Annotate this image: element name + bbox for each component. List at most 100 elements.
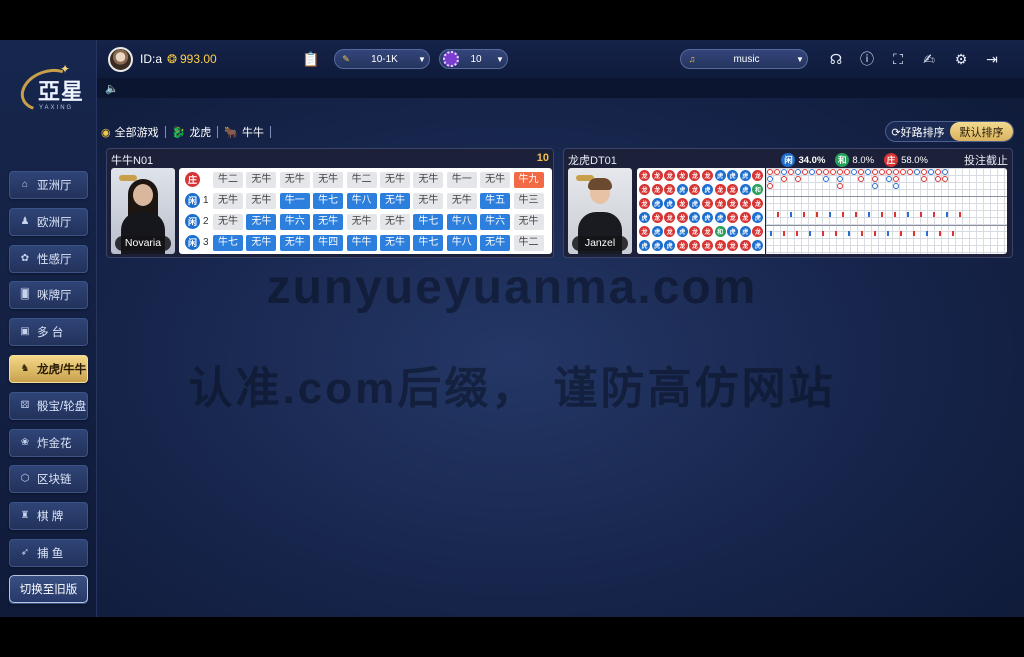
sidebar-item-3[interactable]: ✿ 性感厅 bbox=[9, 244, 88, 273]
bead-dragon: 龙 bbox=[639, 226, 650, 237]
countdown: 10 bbox=[536, 152, 549, 164]
music-select[interactable]: ♫ music ▼ bbox=[680, 49, 808, 69]
bull-row: 庄牛二 无牛 无牛 无牛 牛二 无牛 无牛 牛一 无牛 牛九 bbox=[179, 169, 552, 190]
table-header: 龙虎DT01 闲 34.0% 和 8.0% 庄 58.0% 投注截止 bbox=[568, 152, 1008, 168]
row-label: 闲1 bbox=[179, 193, 213, 208]
sidebar-item-8[interactable]: ❀ 炸金花 bbox=[9, 428, 88, 457]
big-road-mark bbox=[893, 183, 899, 189]
sidebar-item-7[interactable]: ⚄ 骰宝/轮盘 bbox=[9, 391, 88, 420]
stat-player: 闲 34.0% bbox=[781, 153, 825, 167]
bull-row: 闲 2 无牛 无牛 牛六 无牛 无牛 无牛 牛七 牛八 牛六 无牛 bbox=[179, 211, 552, 232]
result-cell: 牛六 bbox=[480, 213, 511, 230]
result-cell: 无牛 bbox=[346, 213, 377, 230]
result-cell: 无牛 bbox=[279, 171, 310, 188]
sidebar-item-5[interactable]: ▣ 多 台 bbox=[9, 318, 88, 347]
limit-select[interactable]: ✎ 10-1K ▼ bbox=[334, 49, 430, 69]
result-cell: 牛八 bbox=[446, 234, 477, 251]
big-road-mark bbox=[921, 169, 927, 175]
table-title: 龙虎DT01 bbox=[568, 155, 617, 167]
sidebar-item-1[interactable]: ⌂ 亚洲厅 bbox=[9, 171, 88, 199]
derived-road-mark bbox=[841, 212, 844, 217]
sidebar-item-4[interactable]: 🂠 咪牌厅 bbox=[9, 281, 88, 310]
result-cell: 牛七 bbox=[213, 234, 243, 251]
derived-road-mark bbox=[783, 231, 785, 236]
bead-dragon: 龙 bbox=[664, 226, 676, 237]
bead-dragon: 龙 bbox=[689, 240, 701, 251]
dice-icon: ⚄ bbox=[20, 399, 30, 411]
dealer-hair bbox=[588, 178, 612, 190]
sidebar-item-2[interactable]: ♟ 欧洲厅 bbox=[9, 207, 88, 236]
speaker-icon[interactable]: 🔈 bbox=[105, 82, 119, 95]
sidebar-item-10[interactable]: ♜ 棋 牌 bbox=[9, 502, 88, 531]
gear-icon[interactable]: ⚙ bbox=[952, 50, 970, 68]
derived-road-mark bbox=[893, 212, 896, 217]
big-road-mark bbox=[767, 176, 773, 182]
result-cell: 无牛 bbox=[379, 213, 410, 230]
table-card-dragon-tiger[interactable]: 龙虎DT01 闲 34.0% 和 8.0% 庄 58.0% 投注截止 Janzel 龙… bbox=[563, 148, 1013, 258]
big-road-mark bbox=[844, 169, 850, 175]
derived-road-mark bbox=[835, 231, 837, 236]
sort-toggle: ⟳好路排序 默认排序 bbox=[885, 121, 1014, 142]
filter-all-games[interactable]: ◉ 全部游戏 bbox=[101, 124, 159, 140]
logout-icon[interactable]: ⇥ bbox=[983, 50, 1001, 68]
dealer-face bbox=[133, 184, 153, 206]
avatar[interactable] bbox=[108, 47, 133, 72]
result-cell: 无牛 bbox=[313, 171, 344, 188]
result-cell: 牛一 bbox=[279, 192, 310, 209]
flower-icon: ❀ bbox=[20, 436, 30, 448]
sidebar-item-label: 骰宝/轮盘 bbox=[37, 400, 87, 413]
bead-dragon: 龙 bbox=[727, 212, 739, 223]
fish-icon: ➶ bbox=[20, 547, 30, 558]
bead-tiger: 虎 bbox=[639, 212, 650, 223]
bead-tiger: 虎 bbox=[727, 226, 739, 237]
bead-dragon: 龙 bbox=[714, 184, 726, 195]
result-cell: 牛二 bbox=[513, 234, 544, 251]
result-cell: 无牛 bbox=[480, 234, 511, 251]
big-road-mark bbox=[872, 169, 878, 175]
edit-icon[interactable]: ✍ bbox=[920, 50, 938, 68]
fullscreen-icon[interactable]: ⛶ bbox=[889, 50, 907, 68]
sidebar-item-9[interactable]: ⬡ 区块链 bbox=[9, 465, 88, 494]
sort-good-road-label: 好路排序 bbox=[900, 126, 945, 139]
result-cell: 无牛 bbox=[213, 192, 243, 209]
sidebar-item-label: 炸金花 bbox=[37, 437, 72, 450]
player-badge: 闲 bbox=[185, 193, 200, 208]
filter-bull[interactable]: 🐂 牛牛 bbox=[224, 124, 264, 140]
big-road-mark bbox=[893, 176, 899, 182]
filter-dragon-tiger-label: 龙虎 bbox=[189, 127, 212, 139]
chip-select[interactable]: 10 ▼ bbox=[439, 49, 508, 69]
derived-road-mark bbox=[776, 212, 779, 217]
derived-road-mark bbox=[880, 212, 883, 217]
derived-road-mark bbox=[952, 231, 954, 236]
cards-icon: 🂠 bbox=[19, 289, 31, 301]
sort-good-road-button[interactable]: ⟳好路排序 bbox=[886, 124, 950, 140]
sidebar-item-6[interactable]: ♞ 龙虎/牛牛 bbox=[9, 355, 88, 383]
bead-dragon: 龙 bbox=[651, 170, 663, 181]
derived-road-mark bbox=[900, 231, 902, 236]
result-cell: 牛九 bbox=[513, 171, 544, 188]
logo-text: 亞星 bbox=[38, 79, 85, 104]
derived-road-mark bbox=[815, 212, 818, 217]
table-card-bull[interactable]: 牛牛N01 10 Novaria 庄牛二 无牛 无牛 无牛 牛二 无牛 无牛 牛一 无牛 牛九闲 1… bbox=[106, 148, 554, 258]
bead-tie: 和 bbox=[752, 184, 764, 195]
big-road-mark bbox=[942, 176, 948, 182]
info-icon[interactable]: ⓘ bbox=[858, 50, 876, 68]
switch-old-version-button[interactable]: 切换至旧版 bbox=[9, 575, 88, 603]
bead-dragon: 龙 bbox=[651, 184, 663, 195]
bead-dragon: 龙 bbox=[714, 198, 726, 209]
sidebar-item-label: 性感厅 bbox=[37, 253, 72, 266]
bead-road: 龙龙龙虎龙虎龙龙虎龙虎虎龙龙虎龙龙虎龙虎龙龙虎龙龙龙虎虎龙龙龙虎龙虎龙龙虎龙龙虎… bbox=[637, 168, 765, 254]
customer-service-icon[interactable]: ☊ bbox=[827, 50, 845, 68]
clipboard-icon[interactable]: 📋 bbox=[302, 50, 320, 68]
bead-tiger: 虎 bbox=[739, 184, 751, 195]
sort-default-button[interactable]: 默认排序 bbox=[950, 122, 1013, 141]
announcement-bar: 🔈 bbox=[97, 78, 1024, 98]
filter-dragon-tiger[interactable]: 🐉 龙虎 bbox=[172, 124, 212, 140]
sidebar-item-11[interactable]: ➶ 捕 鱼 bbox=[9, 539, 88, 567]
big-road-mark bbox=[942, 169, 948, 175]
sidebar-item-label: 龙虎/牛牛 bbox=[37, 364, 87, 376]
bead-dragon: 龙 bbox=[702, 226, 713, 237]
sidebar-item-label: 咪牌厅 bbox=[37, 290, 72, 303]
multi-table-icon: ▣ bbox=[20, 326, 30, 338]
divider bbox=[217, 126, 219, 138]
